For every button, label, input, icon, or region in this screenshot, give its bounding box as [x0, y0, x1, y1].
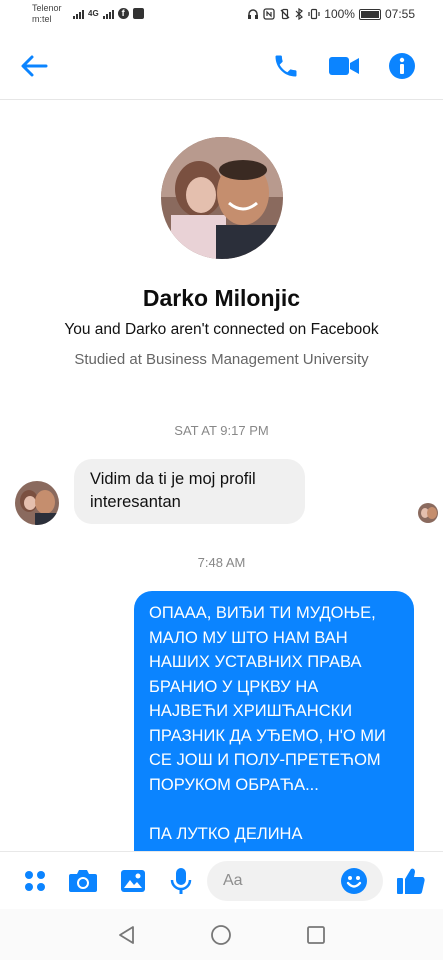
outgoing-message-text: ОПААА, ВИЂИ ТИ МУДОЊЕ, МАЛО МУ ШТО НАМ В… [149, 604, 386, 843]
sender-photo [15, 481, 59, 525]
like-button[interactable] [396, 866, 426, 896]
conversation-header [0, 30, 443, 100]
phone-icon [275, 55, 297, 77]
status-bar: Telenor m:tel 4G f 100% 07:55 [0, 0, 443, 30]
nav-recents-button[interactable] [304, 923, 328, 947]
phone-vibrate-icon [308, 8, 320, 20]
message-timestamp: SAT AT 9:17 PM [174, 423, 269, 438]
more-apps-button[interactable] [20, 866, 50, 896]
carrier: Telenor m:tel [32, 3, 62, 25]
camera-icon [69, 870, 97, 892]
profile-avatar[interactable] [161, 137, 283, 259]
network-type: 4G [88, 9, 99, 18]
camera-button[interactable] [68, 866, 98, 896]
home-circle-icon [211, 925, 231, 945]
more-apps-icon [25, 871, 45, 891]
status-right-icons: 100% 07:55 [247, 7, 415, 21]
message-composer [0, 851, 443, 909]
back-button[interactable] [18, 50, 50, 82]
connection-note: You and Darko aren't connected on Facebo… [64, 321, 379, 338]
carrier-sub: m:tel [32, 14, 52, 24]
outgoing-message-bubble[interactable]: ОПААА, ВИЂИ ТИ МУДОЊЕ, МАЛО МУ ШТО НАМ В… [134, 591, 414, 861]
vibrate-icon [280, 8, 290, 20]
signal-icon [73, 9, 84, 19]
emoji-button[interactable] [339, 866, 369, 896]
video-call-button[interactable] [328, 50, 360, 82]
call-button[interactable] [270, 50, 302, 82]
microphone-icon [170, 868, 192, 894]
messenger-notification-icon [132, 8, 144, 19]
sender-avatar[interactable] [15, 481, 59, 525]
incoming-message-bubble[interactable]: Vidim da ti je moj profil interesantan [74, 459, 305, 524]
bluetooth-icon [295, 8, 304, 20]
voice-button[interactable] [166, 866, 196, 896]
clock: 07:55 [384, 7, 415, 21]
emoji-icon [341, 868, 367, 894]
gallery-button[interactable] [118, 866, 148, 896]
gallery-icon [121, 870, 145, 892]
nav-home-button[interactable] [209, 923, 233, 947]
facebook-notification-icon: f [117, 8, 129, 19]
contact-name: Darko Milonjic [142, 285, 301, 311]
signal-icon-2 [102, 9, 114, 19]
battery-icon [358, 8, 381, 20]
education-note: Studied at Business Management Universit… [74, 351, 369, 368]
message-timestamp-2: 7:48 AM [197, 555, 246, 570]
info-button[interactable] [386, 50, 418, 82]
carrier-name: Telenor [32, 3, 62, 13]
nfc-icon [263, 8, 275, 20]
back-arrow-icon [21, 55, 48, 77]
back-triangle-icon [119, 926, 134, 944]
recents-square-icon [307, 926, 325, 944]
seen-photo [418, 503, 438, 523]
status-left-icons: 4G f [73, 8, 144, 19]
thumbs-up-icon [397, 868, 425, 894]
info-icon [389, 53, 415, 79]
seen-indicator-avatar [418, 503, 438, 523]
system-navigation-bar [0, 909, 443, 960]
video-camera-icon [329, 57, 359, 75]
nav-back-button[interactable] [115, 923, 139, 947]
battery-percent: 100% [324, 7, 355, 21]
incoming-message-text: Vidim da ti je moj profil interesantan [90, 470, 256, 511]
profile-photo [161, 137, 283, 259]
headphones-icon [248, 9, 259, 19]
